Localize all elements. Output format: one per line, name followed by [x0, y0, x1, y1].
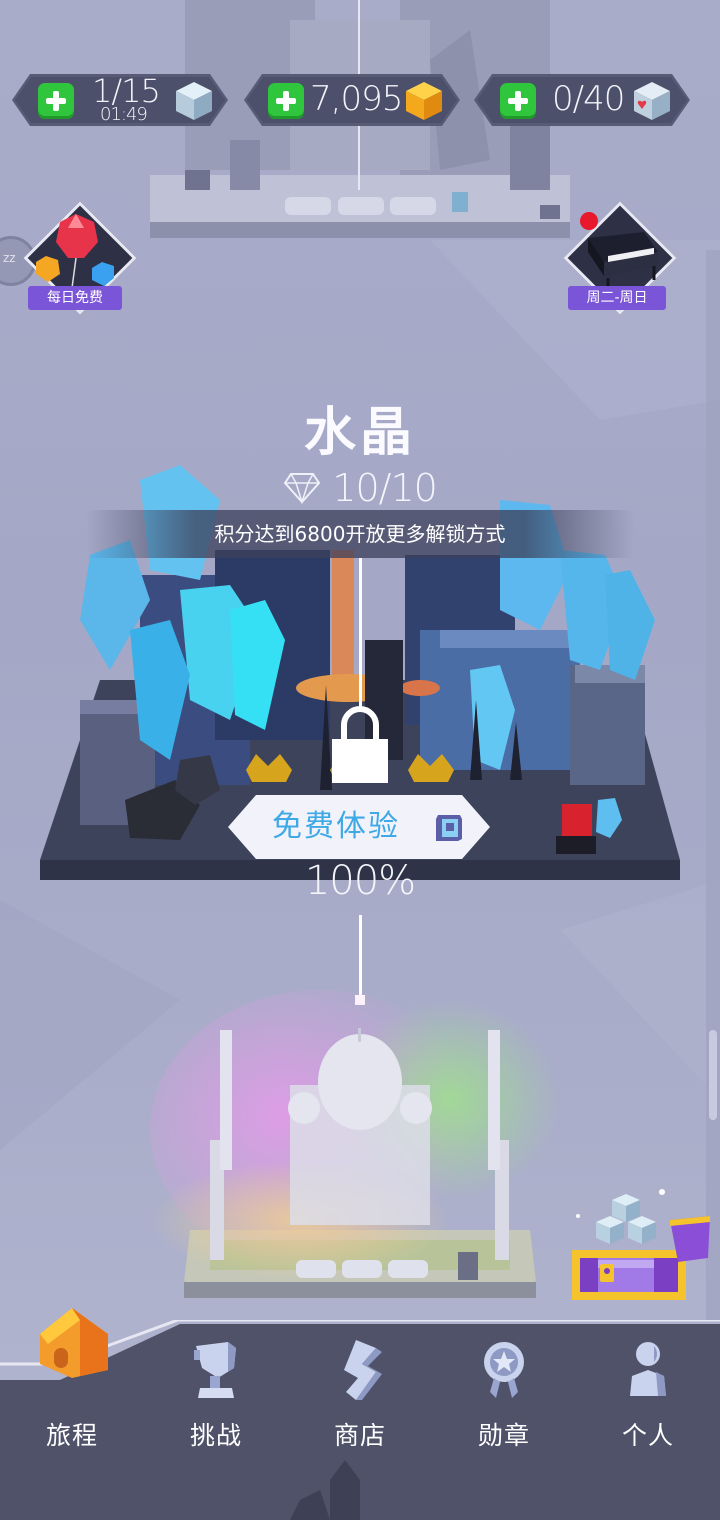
energy-timer: 01:49 [100, 104, 147, 125]
unlock-hint: 积分达到6800开放更多解锁方式 [86, 510, 634, 558]
weekly-event-badge[interactable]: 周二-周日 [560, 200, 680, 320]
level-progress: 100% [304, 858, 416, 904]
padlock-icon [332, 706, 388, 783]
gold-cube-icon [402, 80, 446, 122]
nav-store[interactable]: 商店 [288, 1320, 432, 1520]
ice-cube-icon [172, 80, 216, 122]
person-icon [630, 1342, 666, 1396]
heart-counter[interactable]: 0/40 [474, 74, 690, 126]
heart-value: 0/40 [552, 79, 625, 119]
nav-medals[interactable]: 勋章 [432, 1320, 576, 1520]
nav-store-label: 商店 [333, 1421, 386, 1450]
heart-cube-icon [630, 80, 674, 122]
store-icon [344, 1340, 382, 1400]
energy-counter[interactable]: 1/15 01:49 [12, 74, 228, 126]
bottom-nav: 旅程 挑战 商店 勋章 个人 [0, 1308, 720, 1520]
path-line-bottom [359, 915, 362, 997]
path-line-top [359, 558, 362, 708]
piano-icon [588, 232, 658, 288]
free-trial-label: 免费体验 [272, 809, 400, 844]
add-hearts-button[interactable] [500, 83, 536, 119]
gem-balloons-icon [36, 214, 114, 289]
treasure-chest-icon[interactable] [560, 1180, 720, 1310]
nav-profile[interactable]: 个人 [576, 1320, 720, 1520]
nav-challenge-label: 挑战 [189, 1421, 242, 1450]
nav-profile-label: 个人 [621, 1421, 674, 1450]
nav-challenge[interactable]: 挑战 [144, 1320, 288, 1520]
add-energy-button[interactable] [38, 83, 74, 119]
daily-free-badge[interactable]: 每日免费 [0, 200, 150, 320]
nav-journey-label: 旅程 [45, 1421, 98, 1450]
coin-counter[interactable]: 7,095 [244, 74, 460, 126]
daily-free-label: 每日免费 [28, 286, 122, 310]
trophy-icon [194, 1342, 236, 1398]
coin-value: 7,095 [310, 79, 403, 119]
level-title: 水晶 [303, 403, 416, 463]
notification-dot [580, 212, 598, 230]
home-icon [40, 1308, 108, 1378]
add-coins-button[interactable] [268, 83, 304, 119]
next-level-diorama[interactable] [120, 990, 600, 1310]
nav-medals-label: 勋章 [477, 1421, 530, 1450]
free-trial-button[interactable]: 免费体验 [228, 795, 490, 859]
ticket-icon [432, 811, 466, 845]
weekly-event-label: 周二-周日 [568, 286, 666, 310]
nav-journey[interactable]: 旅程 [0, 1308, 144, 1520]
medal-icon [484, 1342, 524, 1398]
